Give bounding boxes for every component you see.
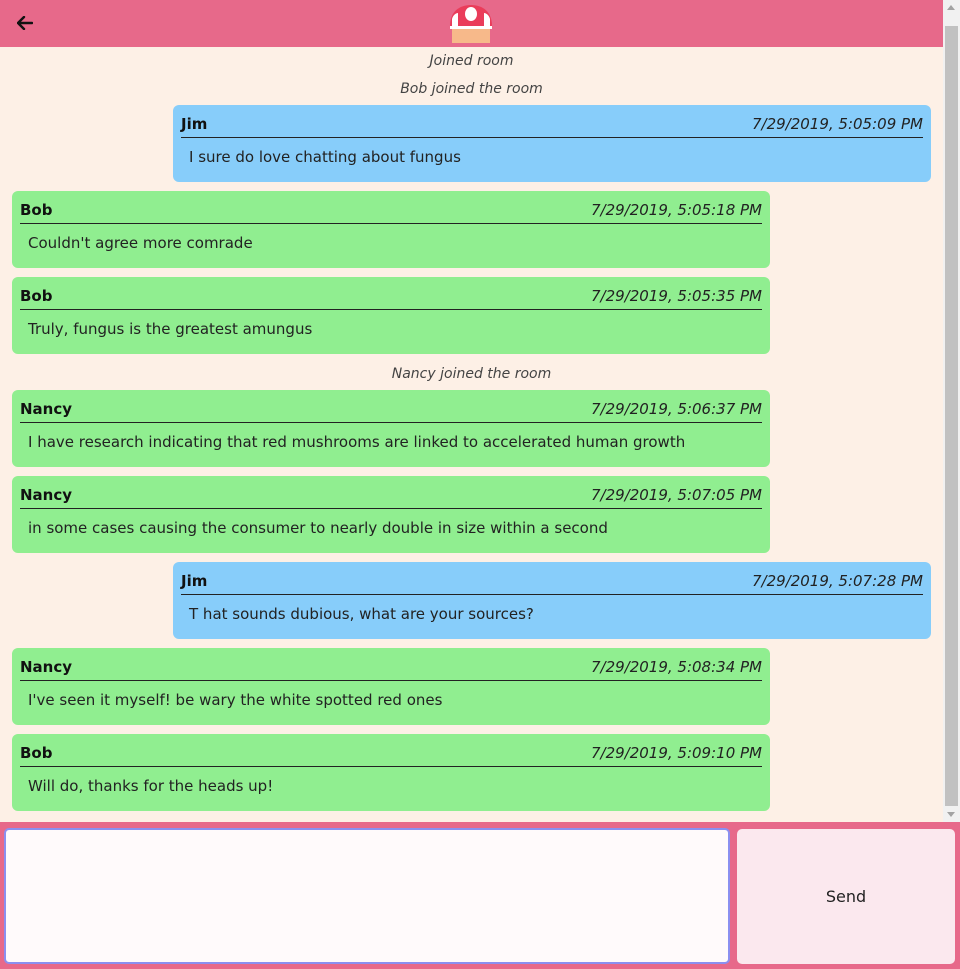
arrow-left-icon — [17, 16, 33, 30]
scrollbar-thumb[interactable] — [945, 26, 958, 806]
message-bubble: Bob 7/29/2019, 5:05:35 PM Truly, fungus … — [12, 277, 770, 354]
message-bubble: Jim 7/29/2019, 5:05:09 PM I sure do love… — [173, 105, 931, 182]
message-bubble: Jim 7/29/2019, 5:07:28 PM T hat sounds d… — [173, 562, 931, 639]
system-event: Joined room — [429, 53, 514, 69]
message-timestamp: 7/29/2019, 5:05:35 PM — [590, 287, 762, 305]
message-input[interactable] — [4, 828, 730, 964]
app-header — [0, 0, 943, 47]
message-text: I've seen it myself! be wary the white s… — [28, 691, 443, 709]
message-timestamp: 7/29/2019, 5:06:37 PM — [590, 400, 762, 418]
message-header: Nancy 7/29/2019, 5:06:37 PM — [20, 399, 762, 423]
message-author: Bob — [20, 201, 53, 219]
chat-scrollbar[interactable] — [943, 0, 960, 822]
message-timestamp: 7/29/2019, 5:05:18 PM — [590, 201, 762, 219]
message-text: Will do, thanks for the heads up! — [28, 777, 274, 795]
message-author: Nancy — [20, 400, 73, 418]
message-text: Truly, fungus is the greatest amungus — [28, 320, 313, 338]
message-author: Nancy — [20, 486, 73, 504]
message-timestamp: 7/29/2019, 5:08:34 PM — [590, 658, 762, 676]
message-text: I sure do love chatting about fungus — [189, 148, 461, 166]
system-event: Bob joined the room — [400, 81, 543, 97]
message-composer: Send — [0, 822, 960, 969]
message-timestamp: 7/29/2019, 5:05:09 PM — [751, 115, 923, 133]
message-text: T hat sounds dubious, what are your sour… — [189, 605, 534, 623]
message-text: I have research indicating that red mush… — [28, 433, 686, 451]
message-author: Nancy — [20, 658, 73, 676]
message-author: Jim — [181, 572, 208, 590]
message-author: Bob — [20, 744, 53, 762]
message-header: Nancy 7/29/2019, 5:07:05 PM — [20, 485, 762, 509]
mushroom-icon — [450, 5, 492, 43]
chat-log: Joined room Bob joined the room Jim 7/29… — [0, 47, 943, 822]
message-header: Jim 7/29/2019, 5:05:09 PM — [181, 114, 923, 138]
message-header: Bob 7/29/2019, 5:05:35 PM — [20, 286, 762, 310]
message-bubble: Nancy 7/29/2019, 5:07:05 PM in some case… — [12, 476, 770, 553]
scroll-up-arrow-icon[interactable] — [947, 5, 955, 10]
send-button[interactable]: Send — [737, 829, 955, 964]
message-timestamp: 7/29/2019, 5:07:05 PM — [590, 486, 762, 504]
message-bubble: Bob 7/29/2019, 5:09:10 PM Will do, thank… — [12, 734, 770, 811]
scroll-down-arrow-icon[interactable] — [947, 812, 955, 817]
message-text: in some cases causing the consumer to ne… — [28, 519, 608, 537]
message-timestamp: 7/29/2019, 5:07:28 PM — [751, 572, 923, 590]
message-bubble: Bob 7/29/2019, 5:05:18 PM Couldn't agree… — [12, 191, 770, 268]
message-header: Nancy 7/29/2019, 5:08:34 PM — [20, 657, 762, 681]
message-author: Jim — [181, 115, 208, 133]
message-header: Jim 7/29/2019, 5:07:28 PM — [181, 571, 923, 595]
message-author: Bob — [20, 287, 53, 305]
message-header: Bob 7/29/2019, 5:05:18 PM — [20, 200, 762, 224]
message-timestamp: 7/29/2019, 5:09:10 PM — [590, 744, 762, 762]
system-event: Nancy joined the room — [391, 366, 552, 382]
back-button[interactable] — [14, 12, 36, 34]
message-bubble: Nancy 7/29/2019, 5:08:34 PM I've seen it… — [12, 648, 770, 725]
message-text: Couldn't agree more comrade — [28, 234, 253, 252]
message-header: Bob 7/29/2019, 5:09:10 PM — [20, 743, 762, 767]
message-bubble: Nancy 7/29/2019, 5:06:37 PM I have resea… — [12, 390, 770, 467]
